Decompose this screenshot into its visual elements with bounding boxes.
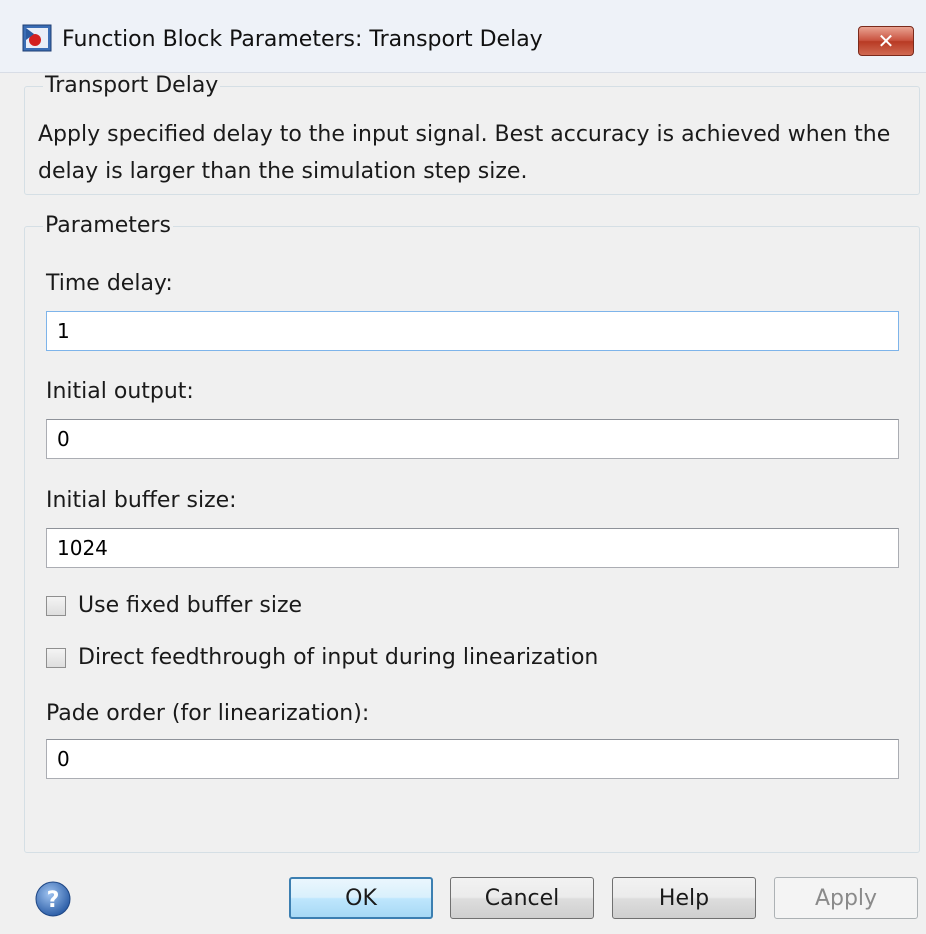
initial-output-input[interactable] — [46, 419, 899, 459]
time-delay-input[interactable] — [46, 311, 899, 351]
svg-text:?: ? — [47, 888, 60, 913]
parameters-group-title: Parameters — [45, 213, 171, 238]
direct-feedthrough-checkbox[interactable] — [46, 648, 66, 668]
close-button[interactable]: ✕ — [858, 26, 914, 56]
title-bar: Function Block Parameters: Transport Del… — [0, 0, 926, 73]
block-description: Apply specified delay to the input signa… — [38, 122, 891, 184]
close-icon: ✕ — [877, 29, 895, 53]
apply-button[interactable]: Apply — [774, 877, 918, 919]
cancel-button[interactable]: Cancel — [450, 877, 594, 919]
pade-order-label: Pade order (for linearization): — [46, 701, 370, 726]
simulink-block-icon — [22, 24, 52, 52]
ok-button[interactable]: OK — [289, 877, 433, 919]
initial-buffer-size-input[interactable] — [46, 528, 899, 568]
description-group-title: Transport Delay — [45, 73, 219, 98]
initial-output-label: Initial output: — [46, 379, 194, 404]
use-fixed-buffer-label[interactable]: Use fixed buffer size — [78, 592, 302, 620]
time-delay-label: Time delay: — [46, 271, 173, 296]
initial-buffer-size-label: Initial buffer size: — [46, 488, 237, 513]
direct-feedthrough-label[interactable]: Direct feedthrough of input during linea… — [78, 644, 598, 672]
window-title: Function Block Parameters: Transport Del… — [62, 27, 543, 52]
help-question-icon[interactable]: ? — [34, 880, 72, 918]
help-button[interactable]: Help — [612, 877, 756, 919]
pade-order-input[interactable] — [46, 739, 899, 779]
use-fixed-buffer-checkbox[interactable] — [46, 596, 66, 616]
